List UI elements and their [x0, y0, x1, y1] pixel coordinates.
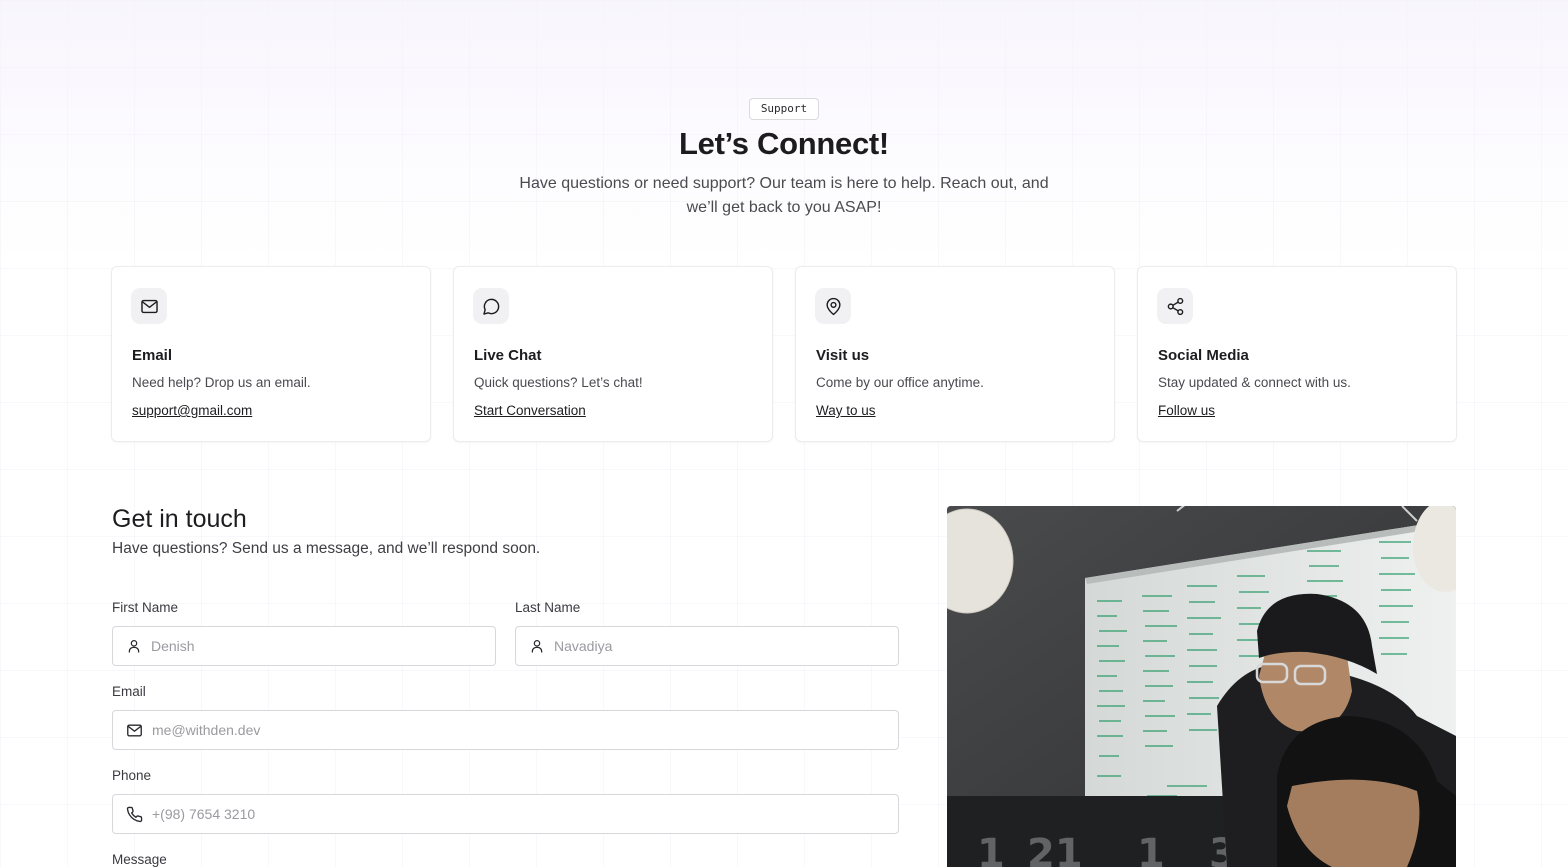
card-title: Live Chat: [474, 347, 542, 364]
phone-label: Phone: [112, 768, 152, 783]
card-description: Quick questions? Let’s chat!: [474, 375, 643, 390]
message-label: Message: [112, 852, 167, 867]
user-icon: [531, 640, 543, 653]
contact-form-subtitle: Have questions? Send us a message, and w…: [112, 540, 541, 557]
support-badge: Support: [749, 98, 819, 120]
first-name-label: First Name: [112, 600, 179, 615]
board-number: 1: [1137, 831, 1165, 867]
card-description: Stay updated & connect with us.: [1158, 375, 1351, 390]
card-title: Social Media: [1158, 347, 1249, 364]
social-media-card: Social Media Stay updated & connect with…: [1137, 266, 1457, 442]
phone-field[interactable]: [112, 794, 899, 834]
visit-us-card: Visit us Come by our office anytime. Way…: [795, 266, 1115, 442]
phone-icon: [126, 806, 143, 822]
email-card: Email Need help? Drop us an email. suppo…: [111, 266, 431, 442]
last-name-input[interactable]: [554, 638, 898, 654]
card-title: Visit us: [816, 347, 870, 364]
map-pin-icon: [815, 288, 851, 324]
last-name-label: Last Name: [515, 600, 581, 615]
phone-input[interactable]: [152, 806, 898, 822]
card-description: Need help? Drop us an email.: [132, 375, 311, 390]
page-title: Let’s Connect!: [679, 126, 889, 161]
way-to-us-link[interactable]: Way to us: [816, 403, 876, 418]
start-conversation-link[interactable]: Start Conversation: [474, 403, 586, 418]
email-input[interactable]: [152, 722, 898, 738]
first-name-field[interactable]: [112, 626, 496, 666]
chat-bubble-icon: [473, 288, 509, 324]
mail-icon: [127, 724, 142, 736]
contact-form-title: Get in touch: [112, 505, 247, 533]
team-photo: 1 21 1 3: [947, 506, 1456, 867]
page-subtitle-line-2: we’ll get back to you ASAP!: [686, 199, 882, 216]
page-subtitle-line-1: Have questions or need support? Our team…: [519, 175, 1049, 192]
board-number: 1: [977, 831, 1005, 867]
share-icon: [1157, 288, 1193, 324]
page-subtitle: Have questions or need support? Our team…: [484, 172, 1084, 220]
card-description: Come by our office anytime.: [816, 375, 984, 390]
email-label: Email: [112, 684, 146, 699]
user-icon: [128, 640, 140, 653]
card-title: Email: [132, 347, 173, 364]
first-name-input[interactable]: [151, 638, 495, 654]
email-link[interactable]: support@gmail.com: [132, 403, 252, 418]
email-field[interactable]: [112, 710, 899, 750]
last-name-field[interactable]: [515, 626, 899, 666]
live-chat-card: Live Chat Quick questions? Let’s chat! S…: [453, 266, 773, 442]
mail-icon: [131, 288, 167, 324]
board-number: 21: [1027, 831, 1083, 867]
follow-us-link[interactable]: Follow us: [1158, 403, 1215, 418]
